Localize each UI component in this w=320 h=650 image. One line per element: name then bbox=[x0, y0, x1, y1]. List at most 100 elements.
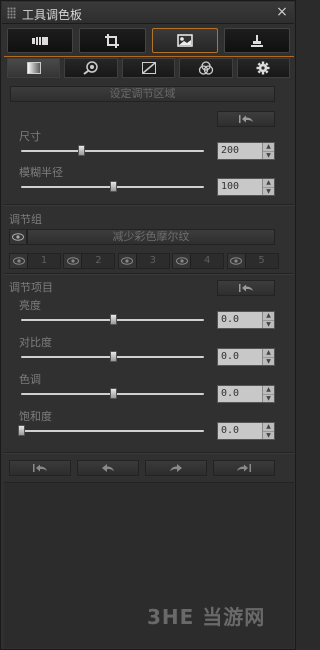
size-stepper[interactable]: 200 ▲ ▼ bbox=[217, 142, 275, 160]
feather-value[interactable]: 100 bbox=[218, 179, 262, 195]
group-section-label: 调节组 bbox=[9, 213, 42, 226]
items-reset-button[interactable] bbox=[217, 280, 275, 296]
preset-select[interactable]: 减少彩色摩尔纹 bbox=[27, 229, 275, 245]
brightness-slider-knob[interactable] bbox=[109, 314, 117, 325]
tool-tab-stamp[interactable] bbox=[223, 28, 290, 53]
gradient-icon bbox=[26, 62, 41, 74]
saturation-down-icon[interactable]: ▼ bbox=[263, 431, 274, 440]
tool-tab-crop[interactable] bbox=[79, 28, 146, 53]
saturation-label: 饱和度 bbox=[19, 410, 52, 423]
set-region-button[interactable]: 设定调节区域 bbox=[10, 86, 275, 102]
hue-value[interactable]: 0.0 bbox=[218, 386, 262, 402]
preset-visibility-toggle[interactable] bbox=[9, 229, 27, 245]
saturation-slider-track bbox=[21, 430, 204, 432]
divider bbox=[4, 273, 294, 274]
hue-label: 色调 bbox=[19, 373, 41, 386]
brightness-slider[interactable] bbox=[21, 313, 204, 327]
brightness-down-icon[interactable]: ▼ bbox=[263, 320, 274, 329]
redo-button[interactable] bbox=[145, 460, 207, 476]
reset-icon bbox=[239, 115, 253, 123]
eye-icon[interactable] bbox=[173, 254, 192, 268]
contrast-slider-knob[interactable] bbox=[109, 351, 117, 362]
contrast-label: 对比度 bbox=[19, 336, 52, 349]
revert-all-button[interactable] bbox=[9, 460, 71, 476]
items-section-label: 调节项目 bbox=[9, 281, 53, 294]
drag-grip-icon[interactable] bbox=[7, 7, 16, 19]
tool-tab-image-adjust[interactable] bbox=[151, 28, 218, 53]
contrast-stepper[interactable]: 0.0 ▲ ▼ bbox=[217, 348, 275, 366]
divider bbox=[4, 452, 294, 453]
undo-icon bbox=[102, 464, 114, 472]
group-slot[interactable]: 1 bbox=[9, 253, 61, 269]
group-slot[interactable]: 4 bbox=[172, 253, 225, 269]
sub-tabs bbox=[7, 58, 291, 78]
brightness-value[interactable]: 0.0 bbox=[218, 312, 262, 328]
tool-tab-brush[interactable] bbox=[7, 28, 74, 53]
redo-icon bbox=[170, 464, 182, 472]
saturation-up-icon[interactable]: ▲ bbox=[263, 423, 274, 431]
brightness-up-icon[interactable]: ▲ bbox=[263, 312, 274, 320]
reset-icon bbox=[239, 284, 253, 292]
hue-up-icon[interactable]: ▲ bbox=[263, 386, 274, 394]
color-circles-icon bbox=[198, 61, 214, 75]
stamp-icon bbox=[250, 34, 263, 47]
size-up-icon[interactable]: ▲ bbox=[263, 143, 274, 151]
brightness-stepper[interactable]: 0.0 ▲ ▼ bbox=[217, 311, 275, 329]
group-slot[interactable]: 5 bbox=[226, 253, 279, 269]
brush-icon bbox=[32, 36, 49, 45]
close-button[interactable]: × bbox=[274, 5, 290, 21]
contrast-up-icon[interactable]: ▲ bbox=[263, 349, 274, 357]
group-slot-number: 3 bbox=[149, 255, 156, 266]
undo-button[interactable] bbox=[77, 460, 139, 476]
sub-tab-lens[interactable] bbox=[64, 58, 118, 78]
hue-stepper[interactable]: 0.0 ▲ ▼ bbox=[217, 385, 275, 403]
sub-tab-settings[interactable] bbox=[236, 58, 291, 78]
contrast-down-icon[interactable]: ▼ bbox=[263, 357, 274, 366]
title-bar[interactable]: 工具调色板 × bbox=[2, 2, 294, 24]
accent-divider bbox=[4, 56, 294, 57]
group-slot[interactable]: 2 bbox=[63, 253, 116, 269]
contrast-value[interactable]: 0.0 bbox=[218, 349, 262, 365]
sub-tab-curve[interactable] bbox=[121, 58, 176, 78]
eye-icon[interactable] bbox=[118, 254, 137, 268]
saturation-slider[interactable] bbox=[18, 424, 204, 438]
watermark-logo: 3HE 当游网 bbox=[147, 605, 266, 629]
region-reset-button[interactable] bbox=[217, 111, 275, 127]
saturation-value[interactable]: 0.0 bbox=[218, 423, 262, 439]
group-slot-number: 4 bbox=[204, 255, 211, 266]
saturation-stepper[interactable]: 0.0 ▲ ▼ bbox=[217, 422, 275, 440]
eye-icon[interactable] bbox=[227, 254, 246, 268]
redo-all-button[interactable] bbox=[213, 460, 275, 476]
sub-tab-gradient[interactable] bbox=[7, 58, 61, 78]
feather-stepper[interactable]: 100 ▲ ▼ bbox=[217, 178, 275, 196]
size-slider-knob[interactable] bbox=[78, 145, 86, 156]
saturation-slider-knob[interactable] bbox=[18, 425, 25, 436]
group-slot-number: 2 bbox=[95, 255, 102, 266]
size-value[interactable]: 200 bbox=[218, 143, 262, 159]
feather-down-icon[interactable]: ▼ bbox=[263, 187, 274, 196]
size-slider[interactable] bbox=[21, 144, 204, 158]
hue-down-icon[interactable]: ▼ bbox=[263, 394, 274, 403]
eye-icon[interactable] bbox=[64, 254, 83, 268]
group-slot-number: 1 bbox=[40, 255, 48, 266]
feather-slider[interactable] bbox=[21, 180, 204, 194]
revert-all-icon bbox=[33, 464, 47, 472]
group-slot[interactable]: 3 bbox=[117, 253, 170, 269]
tool-palette-panel: 工具调色板 × 设定调节区域 尺寸 200 ▲ ▼ 模糊半径 100 ▲ ▼ 调… bbox=[0, 0, 296, 650]
contrast-slider[interactable] bbox=[21, 350, 204, 364]
eye-icon bbox=[12, 233, 24, 241]
crop-icon bbox=[105, 33, 120, 48]
eye-icon[interactable] bbox=[10, 254, 28, 268]
hue-slider-knob[interactable] bbox=[109, 388, 117, 399]
feather-slider-knob[interactable] bbox=[109, 181, 117, 192]
sub-tab-color-circles[interactable] bbox=[179, 58, 233, 78]
feather-up-icon[interactable]: ▲ bbox=[263, 179, 274, 187]
divider bbox=[4, 204, 294, 205]
gear-icon bbox=[256, 61, 270, 75]
lens-icon bbox=[83, 61, 98, 75]
size-down-icon[interactable]: ▼ bbox=[263, 151, 274, 160]
redo-all-icon bbox=[237, 464, 251, 472]
tool-tabs bbox=[7, 28, 290, 53]
brightness-label: 亮度 bbox=[19, 299, 41, 312]
hue-slider[interactable] bbox=[21, 387, 204, 401]
